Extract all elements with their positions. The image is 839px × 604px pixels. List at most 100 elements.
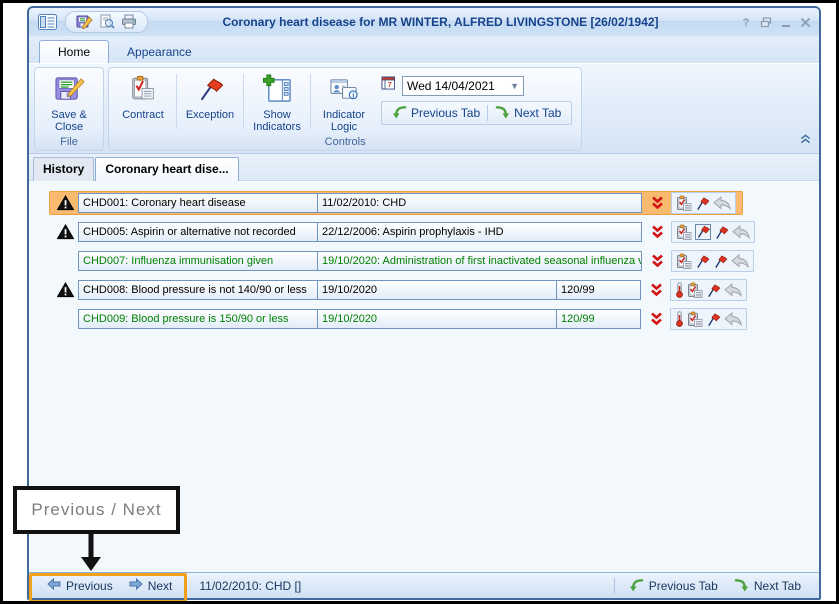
ribbon: Save & Close File Contract Exception [29,63,819,154]
indicator-field[interactable]: CHD008: Blood pressure is not 140/90 or … [78,280,318,300]
indicator-field[interactable]: 120/99 [556,309,641,329]
indicator-logic-icon: i [329,74,360,107]
indicator-field[interactable]: CHD005: Aspirin or alternative not recor… [78,222,318,242]
exception-icon [195,74,225,107]
clipboard-icon[interactable] [676,253,692,270]
thermometer-icon[interactable] [675,311,684,327]
clipboard-icon[interactable] [687,311,703,328]
exception-button[interactable]: Exception [179,70,241,133]
print-icon[interactable] [121,14,137,30]
date-and-tabnav: 7 Wed 14/04/2021 ▼ Previous Tab [375,70,578,133]
next-button[interactable]: Next [121,578,181,593]
indicator-field[interactable]: 19/10/2020 [317,280,557,300]
indicator-field[interactable]: CHD007: Influenza immunisation given [78,251,318,271]
reply-gray-icon[interactable] [731,254,749,268]
arrow-left-blue-icon [47,578,61,593]
chevron-down-icon: ▼ [510,81,519,91]
reply-gray-icon[interactable] [724,283,742,297]
tab-appearance[interactable]: Appearance [109,41,210,64]
next-tab-button[interactable]: Next Tab [490,104,566,122]
next-tab-label: Next Tab [754,579,801,593]
close-icon[interactable] [800,17,811,28]
indicator-logic-button[interactable]: i Indicator Logic [313,70,375,133]
window-title: Coronary heart disease for MR WINTER, AL… [148,15,733,29]
save-icon[interactable] [76,14,93,30]
previous-label: Previous [66,579,113,593]
contract-icon [128,74,158,107]
indicator-row[interactable]: CHD009: Blood pressure is 150/90 or less… [49,307,754,331]
indicator-row[interactable]: CHD007: Influenza immunisation given19/1… [49,249,761,273]
indicator-field[interactable]: 19/10/2020: Administration of first inac… [317,251,642,271]
clipboard-icon[interactable] [687,282,703,299]
contract-button[interactable]: Contract [112,70,174,133]
curve-arrow-left-icon [629,577,644,595]
indicator-row[interactable]: CHD005: Aspirin or alternative not recor… [49,220,762,244]
flag-icon[interactable] [714,225,729,240]
reply-gray-icon[interactable] [732,225,750,239]
chevron-double-down-icon[interactable] [651,225,664,239]
indicator-logic-label: Indicator Logic [315,109,373,133]
row-action-icons [671,221,755,243]
previous-tab-label: Previous Tab [649,579,718,593]
statusbar-separator [186,578,187,594]
tab-coronary-heart-disease[interactable]: Coronary heart dise... [95,157,238,181]
chevron-double-down-icon[interactable] [650,312,663,326]
clipboard-icon[interactable] [676,195,692,212]
flag-icon[interactable] [706,312,721,327]
group-label-file: File [35,135,103,150]
indicator-row[interactable]: CHD008: Blood pressure is not 140/90 or … [49,278,754,302]
tab-history[interactable]: History [33,157,94,181]
save-close-label: Save & Close [40,109,98,133]
curve-arrow-right-icon [495,104,510,122]
thermometer-icon[interactable] [675,282,684,298]
tabnav-separator [487,105,488,121]
indicator-field[interactable]: 120/99 [556,280,641,300]
restore-icon[interactable] [760,17,772,28]
flag-framed-icon[interactable] [695,224,711,240]
previous-tab-label: Previous Tab [411,106,480,120]
indicator-row[interactable]: CHD001: Coronary heart disease11/02/2010… [49,191,743,215]
chevron-double-down-icon[interactable] [650,283,663,297]
previous-tab-button[interactable]: Previous Tab [387,104,485,122]
arrow-right-blue-icon [129,578,143,593]
date-picker[interactable]: Wed 14/04/2021 ▼ [402,76,524,96]
indicator-field[interactable]: 22/12/2006: Aspirin prophylaxis - IHD [317,222,642,242]
show-indicators-button[interactable]: Show Indicators [246,70,308,133]
next-label: Next [148,579,173,593]
tab-home[interactable]: Home [39,40,109,64]
ribbon-separator [176,74,177,129]
previous-tab-button-statusbar[interactable]: Previous Tab [621,577,726,595]
title-bar: Coronary heart disease for MR WINTER, AL… [29,8,819,36]
flag-icon[interactable] [695,196,710,211]
svg-text:7: 7 [388,82,392,89]
curve-arrow-right-icon [734,577,749,595]
flag-icon[interactable] [713,254,728,269]
flag-icon[interactable] [706,283,721,298]
ribbon-collapse-icon[interactable] [800,131,811,149]
minimize-icon[interactable] [781,17,791,28]
next-tab-button-statusbar[interactable]: Next Tab [726,577,809,595]
ribbon-tab-strip: Home Appearance [29,36,819,63]
show-indicators-icon [262,74,293,107]
warning-icon [56,195,74,211]
indicator-field[interactable]: 19/10/2020 [317,309,557,329]
exception-label: Exception [181,109,239,121]
help-icon[interactable]: ? [741,16,751,28]
indicator-field[interactable]: 11/02/2010: CHD [317,193,642,213]
flag-icon[interactable] [695,254,710,269]
save-close-button[interactable]: Save & Close [38,70,100,133]
quick-access-toolbar [65,11,148,33]
status-text: 11/02/2010: CHD [] [199,579,301,593]
chevron-double-down-icon[interactable] [651,254,664,268]
ribbon-tabnav: Previous Tab Next Tab [381,101,572,125]
previous-button[interactable]: Previous [39,578,121,593]
list-menu-icon[interactable] [37,13,57,31]
chevron-double-down-icon[interactable] [651,196,664,210]
indicator-field[interactable]: CHD001: Coronary heart disease [78,193,318,213]
reply-gray-icon[interactable] [724,312,742,326]
reply-gray-icon[interactable] [713,196,731,210]
print-preview-icon[interactable] [99,14,115,30]
clipboard-icon[interactable] [676,224,692,241]
indicator-field[interactable]: CHD009: Blood pressure is 150/90 or less [78,309,318,329]
ribbon-group-file: Save & Close File [34,67,104,151]
